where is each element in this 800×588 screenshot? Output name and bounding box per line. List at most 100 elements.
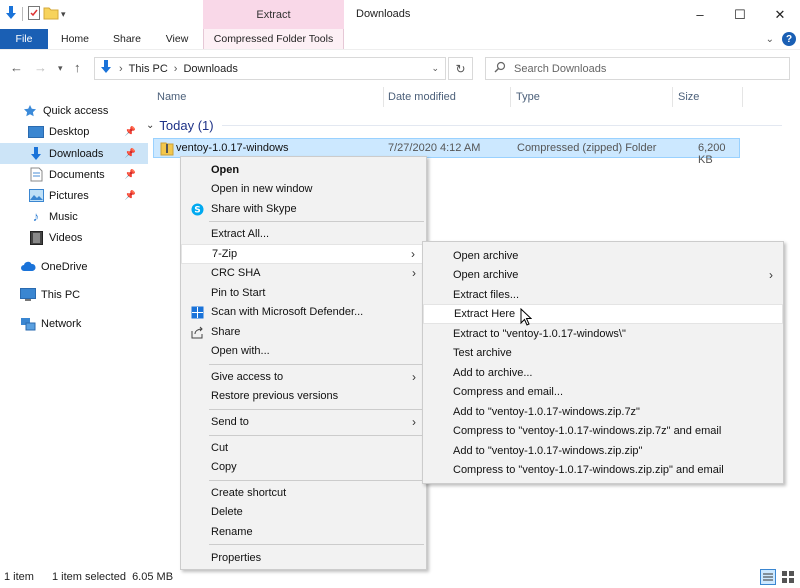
menu-item-label: Send to bbox=[211, 416, 249, 428]
minimize-button[interactable]: – bbox=[680, 0, 720, 29]
menu-item-add-to-7z[interactable]: Add to "ventoy-1.0.17-windows.zip.7z" bbox=[423, 402, 783, 422]
column-name[interactable]: Name bbox=[157, 91, 186, 103]
menu-item-give-access[interactable]: Give access to › bbox=[181, 367, 426, 387]
menu-item-open-archive[interactable]: Open archive bbox=[423, 246, 783, 266]
sidebar-item-thispc[interactable]: This PC bbox=[0, 284, 148, 305]
large-icons-view-icon[interactable] bbox=[780, 569, 796, 588]
sidebar-item-desktop[interactable]: Desktop 📌 bbox=[0, 121, 148, 142]
file-size: 6,200 KB bbox=[698, 142, 739, 166]
help-icon[interactable]: ? bbox=[782, 32, 796, 46]
menu-item-share[interactable]: Share bbox=[181, 322, 426, 342]
menu-item-cut[interactable]: Cut bbox=[181, 438, 426, 458]
menu-item-label: CRC SHA bbox=[211, 267, 261, 279]
recent-locations-icon[interactable]: ▾ bbox=[58, 63, 63, 74]
sidebar-item-network[interactable]: Network bbox=[0, 313, 148, 334]
divider bbox=[222, 125, 782, 126]
properties-icon[interactable] bbox=[27, 5, 41, 24]
divider[interactable] bbox=[383, 87, 384, 107]
svg-text:S: S bbox=[194, 205, 200, 215]
menu-item-compress-zip-email[interactable]: Compress to "ventoy-1.0.17-windows.zip.z… bbox=[423, 460, 783, 480]
tab-home[interactable]: Home bbox=[53, 29, 97, 49]
divider[interactable] bbox=[510, 87, 511, 107]
sidebar-item-onedrive[interactable]: OneDrive bbox=[0, 256, 148, 277]
breadcrumb-separator-icon[interactable]: › bbox=[119, 63, 123, 75]
menu-item-open[interactable]: Open bbox=[181, 160, 426, 180]
menu-item-label: Compress and email... bbox=[453, 386, 563, 398]
divider[interactable] bbox=[742, 87, 743, 107]
menu-item-restore-versions[interactable]: Restore previous versions bbox=[181, 386, 426, 406]
sidebar-item-videos[interactable]: Videos bbox=[0, 227, 148, 248]
sidebar-item-downloads[interactable]: Downloads 📌 bbox=[0, 143, 148, 164]
menu-item-send-to[interactable]: Send to › bbox=[181, 412, 426, 432]
sidebar-item-music[interactable]: ♪ Music bbox=[0, 206, 148, 227]
menu-item-open-archive-submenu[interactable]: Open archive › bbox=[423, 265, 783, 285]
pin-icon[interactable]: 📌 bbox=[125, 190, 136, 201]
menu-item-properties[interactable]: Properties bbox=[181, 548, 426, 568]
menu-item-compress-email[interactable]: Compress and email... bbox=[423, 382, 783, 402]
chevron-down-icon[interactable]: ⌄ bbox=[766, 34, 774, 45]
down-arrow-icon[interactable] bbox=[4, 5, 18, 24]
group-header[interactable]: ⌄ Today (1) bbox=[146, 116, 214, 134]
downloads-icon bbox=[28, 147, 44, 161]
address-dropdown-icon[interactable]: ⌄ bbox=[431, 63, 439, 74]
tab-file[interactable]: File bbox=[0, 29, 48, 49]
defender-shield-icon bbox=[190, 305, 204, 319]
back-arrow-icon[interactable]: ← bbox=[10, 60, 23, 75]
menu-item-open-new-window[interactable]: Open in new window bbox=[181, 179, 426, 199]
menu-item-share-skype[interactable]: S Share with Skype bbox=[181, 199, 426, 219]
new-folder-icon[interactable] bbox=[43, 6, 59, 23]
maximize-button[interactable]: ☐ bbox=[720, 0, 760, 29]
title-bar: ▾ Extract Downloads – ☐ ✕ bbox=[0, 0, 800, 29]
menu-item-create-shortcut[interactable]: Create shortcut bbox=[181, 483, 426, 503]
menu-item-scan-defender[interactable]: Scan with Microsoft Defender... bbox=[181, 302, 426, 322]
menu-item-add-to-archive[interactable]: Add to archive... bbox=[423, 363, 783, 383]
pin-icon[interactable]: 📌 bbox=[125, 126, 136, 137]
breadcrumb-thispc[interactable]: This PC bbox=[129, 63, 168, 75]
tab-view[interactable]: View bbox=[155, 29, 199, 49]
sidebar-item-documents[interactable]: Documents 📌 bbox=[0, 164, 148, 185]
search-input[interactable]: Search Downloads bbox=[485, 57, 790, 80]
breadcrumb-downloads[interactable]: Downloads bbox=[183, 63, 237, 75]
music-icon: ♪ bbox=[28, 210, 44, 224]
menu-item-copy[interactable]: Copy bbox=[181, 457, 426, 477]
menu-item-rename[interactable]: Rename bbox=[181, 522, 426, 542]
pin-icon[interactable]: 📌 bbox=[125, 169, 136, 180]
menu-item-add-to-zip[interactable]: Add to "ventoy-1.0.17-windows.zip.zip" bbox=[423, 441, 783, 461]
column-type[interactable]: Type bbox=[516, 91, 540, 103]
breadcrumb-separator-icon[interactable]: › bbox=[174, 63, 178, 75]
menu-item-label: Add to archive... bbox=[453, 367, 533, 379]
menu-item-open-with[interactable]: Open with... bbox=[181, 341, 426, 361]
tab-share[interactable]: Share bbox=[106, 29, 148, 49]
menu-item-extract-to[interactable]: Extract to "ventoy-1.0.17-windows\" bbox=[423, 324, 783, 344]
status-selection: 1 item selected 6.05 MB bbox=[52, 571, 173, 583]
column-size[interactable]: Size bbox=[678, 91, 699, 103]
details-view-icon[interactable] bbox=[760, 569, 776, 588]
sidebar-item-pictures[interactable]: Pictures 📌 bbox=[0, 185, 148, 206]
divider[interactable] bbox=[672, 87, 673, 107]
menu-item-crc-sha[interactable]: CRC SHA › bbox=[181, 263, 426, 283]
sidebar-item-quick-access[interactable]: Quick access bbox=[0, 100, 148, 121]
up-arrow-icon[interactable]: ↑ bbox=[74, 60, 81, 75]
customize-qat-icon[interactable]: ▾ bbox=[61, 9, 66, 20]
menu-item-extract-files[interactable]: Extract files... bbox=[423, 285, 783, 305]
menu-item-extract-all[interactable]: Extract All... bbox=[181, 224, 426, 244]
tab-compressed-folder-tools[interactable]: Compressed Folder Tools bbox=[203, 29, 344, 49]
menu-item-compress-7z-email[interactable]: Compress to "ventoy-1.0.17-windows.zip.7… bbox=[423, 421, 783, 441]
menu-item-7zip[interactable]: 7-Zip › bbox=[181, 244, 426, 264]
menu-item-test-archive[interactable]: Test archive bbox=[423, 343, 783, 363]
column-date-modified[interactable]: Date modified bbox=[388, 91, 456, 103]
sidebar-item-label: Music bbox=[49, 211, 78, 223]
close-button[interactable]: ✕ bbox=[760, 0, 800, 29]
pin-icon[interactable]: 📌 bbox=[125, 148, 136, 159]
menu-item-delete[interactable]: Delete bbox=[181, 502, 426, 522]
contextual-tab-label: Extract bbox=[203, 9, 344, 21]
menu-item-extract-here[interactable]: Extract Here bbox=[423, 304, 783, 324]
refresh-button[interactable]: ↻ bbox=[448, 57, 473, 80]
menu-item-label: Give access to bbox=[211, 371, 283, 383]
address-bar[interactable]: › This PC › Downloads ⌄ bbox=[94, 57, 446, 80]
menu-item-pin-to-start[interactable]: Pin to Start bbox=[181, 283, 426, 303]
file-row[interactable]: ventoy-1.0.17-windows 7/27/2020 4:12 AM … bbox=[153, 138, 740, 158]
menu-item-label: Test archive bbox=[453, 347, 512, 359]
pictures-icon bbox=[28, 189, 44, 203]
forward-arrow-icon[interactable]: → bbox=[34, 60, 47, 75]
